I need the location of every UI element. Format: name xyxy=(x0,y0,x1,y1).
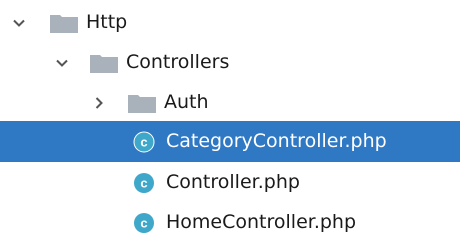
tree-item-label: Controller.php xyxy=(166,171,300,193)
folder-icon xyxy=(90,53,118,73)
tree-item-category-controller[interactable]: c CategoryController.php xyxy=(0,121,460,162)
tree-item-controller[interactable]: c Controller.php xyxy=(0,162,460,203)
folder-icon xyxy=(50,13,78,33)
chevron-right-icon[interactable] xyxy=(88,92,110,114)
svg-text:c: c xyxy=(140,176,147,191)
chevron-down-icon[interactable] xyxy=(51,52,73,74)
tree-item-label: Http xyxy=(86,11,128,33)
php-class-icon: c xyxy=(133,131,155,153)
tree-item-auth[interactable]: Auth xyxy=(0,82,460,123)
php-class-icon: c xyxy=(133,212,155,234)
tree-item-controllers[interactable]: Controllers xyxy=(0,42,460,83)
tree-item-home-controller[interactable]: c HomeController.php xyxy=(0,202,460,243)
svg-text:c: c xyxy=(140,135,147,150)
tree-item-label: Controllers xyxy=(126,51,230,73)
php-class-icon: c xyxy=(133,172,155,194)
tree-item-label: Auth xyxy=(164,91,209,113)
chevron-down-icon[interactable] xyxy=(8,12,30,34)
tree-item-label: CategoryController.php xyxy=(166,130,387,152)
tree-item-http[interactable]: Http xyxy=(0,2,460,43)
folder-icon xyxy=(128,93,156,113)
svg-text:c: c xyxy=(140,216,147,231)
project-tree: Http Controllers Auth c CategoryControll xyxy=(0,0,460,246)
tree-item-label: HomeController.php xyxy=(166,211,357,233)
